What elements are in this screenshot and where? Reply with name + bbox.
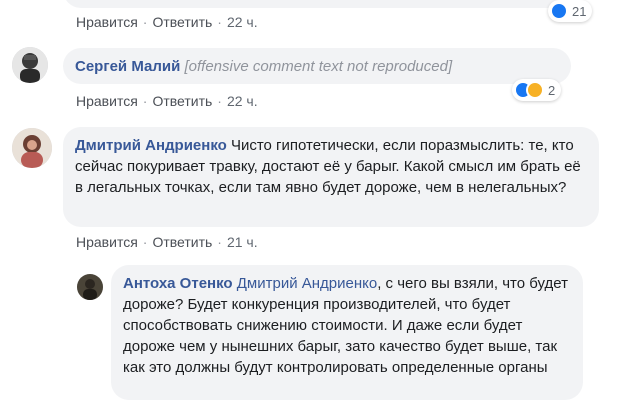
avatar[interactable] <box>12 128 52 168</box>
like-reaction-icon <box>550 2 568 20</box>
reply-link[interactable]: Ответить <box>152 234 212 250</box>
comment-bubble: Дмитрий Андриенко Чисто гипотетически, е… <box>63 127 599 227</box>
avatar[interactable] <box>12 47 48 83</box>
previous-comment-bubble <box>63 0 572 8</box>
comment-author[interactable]: Антоха Отенко <box>123 275 233 292</box>
comment-timestamp[interactable]: 21 ч. <box>227 234 258 250</box>
comment-actions: Нравится · Ответить · 22 ч. <box>76 92 258 110</box>
like-link[interactable]: Нравится <box>76 234 138 250</box>
haha-reaction-icon <box>526 81 544 99</box>
separator-dot: · <box>142 234 148 250</box>
comment-bubble: Сергей Малий [offensive comment text not… <box>63 48 571 84</box>
reply-link[interactable]: Ответить <box>152 14 212 30</box>
separator-dot: · <box>217 14 222 30</box>
separator-dot: · <box>217 93 222 109</box>
separator-dot: · <box>142 14 148 30</box>
comment-text: [offensive comment text not reproduced] <box>184 58 453 75</box>
like-link[interactable]: Нравится <box>76 93 138 109</box>
separator-dot: · <box>142 93 148 109</box>
avatar-image <box>12 128 52 168</box>
mention-link[interactable]: Дмитрий Андриенко <box>237 275 377 292</box>
separator-dot: · <box>217 234 222 250</box>
avatar-image <box>12 47 48 83</box>
comment-actions: Нравится · Ответить · 22 ч. <box>76 13 258 31</box>
reaction-count: 2 <box>548 82 556 98</box>
reaction-count: 21 <box>572 3 587 19</box>
like-link[interactable]: Нравится <box>76 14 138 30</box>
reactions-summary[interactable]: 21 <box>548 0 593 22</box>
avatar[interactable] <box>77 274 103 300</box>
comment-bubble: Антоха Отенко Дмитрий Андриенко, с чего … <box>111 265 583 400</box>
avatar-image <box>77 274 103 300</box>
comment-author[interactable]: Сергей Малий <box>75 58 180 75</box>
comment-author[interactable]: Дмитрий Андриенко <box>75 137 227 154</box>
comment-timestamp[interactable]: 22 ч. <box>227 14 258 30</box>
comment-timestamp[interactable]: 22 ч. <box>227 93 258 109</box>
reply-link[interactable]: Ответить <box>152 93 212 109</box>
reactions-summary[interactable]: 2 <box>512 79 562 101</box>
comment-actions: Нравится · Ответить · 21 ч. <box>76 233 258 251</box>
